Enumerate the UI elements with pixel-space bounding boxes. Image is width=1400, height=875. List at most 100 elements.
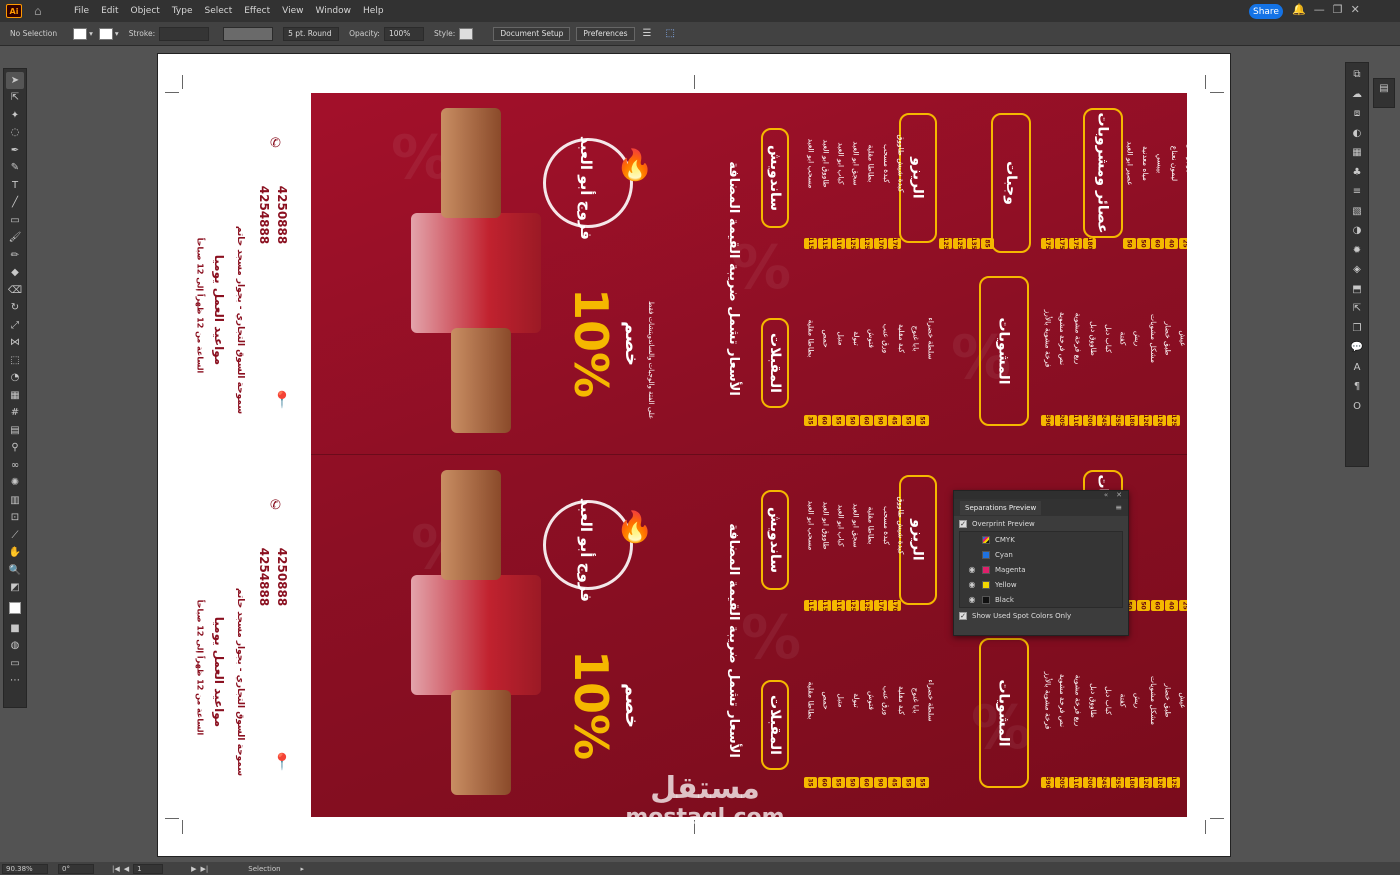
menu-edit[interactable]: Edit xyxy=(95,6,124,16)
arrange-icon[interactable]: ☰ xyxy=(643,28,652,39)
hand-tool-icon[interactable]: ✋ xyxy=(6,545,24,562)
stroke-swatch[interactable] xyxy=(98,27,113,40)
default-colors-icon[interactable]: ◩ xyxy=(6,580,24,597)
menu-window[interactable]: Window xyxy=(310,6,358,16)
layers-icon[interactable]: ⧈ xyxy=(1348,104,1366,124)
symbols-icon[interactable]: ♣ xyxy=(1348,163,1366,183)
swatches-icon[interactable]: ▦ xyxy=(1348,143,1366,163)
panel-menu-icon[interactable]: ≡ xyxy=(1115,503,1122,512)
width-tool-icon[interactable]: ⋈ xyxy=(6,335,24,352)
ink-row[interactable]: ◉ Magenta xyxy=(960,562,1122,577)
eyedropper-icon[interactable]: ⚲ xyxy=(6,440,24,457)
pencil-icon[interactable]: ✏ xyxy=(6,247,24,264)
rectangle-tool-icon[interactable]: ▭ xyxy=(6,212,24,229)
paragraph-icon[interactable]: ¶ xyxy=(1348,377,1366,397)
preferences-button[interactable]: Preferences xyxy=(576,26,635,41)
transparency-icon[interactable]: ◑ xyxy=(1348,221,1366,241)
layers-stack-icon[interactable]: ⬒ xyxy=(1348,280,1366,300)
perspective-grid-icon[interactable]: ▦ xyxy=(6,387,24,404)
selection-tool-icon[interactable]: ➤ xyxy=(6,72,24,89)
fill-stroke-icon[interactable] xyxy=(6,597,24,619)
blob-brush-icon[interactable]: ◆ xyxy=(6,265,24,282)
brush-definition[interactable]: 5 pt. Round xyxy=(283,26,340,41)
menu-view[interactable]: View xyxy=(276,6,309,16)
last-artboard-icon[interactable]: ▶| xyxy=(201,865,209,873)
eye-icon[interactable]: ◉ xyxy=(966,595,978,604)
share-button[interactable]: Share xyxy=(1249,4,1283,19)
slice-tool-icon[interactable]: ⟋ xyxy=(6,527,24,544)
properties-icon[interactable]: ▤ xyxy=(1375,79,1393,99)
magic-wand-icon[interactable]: ✦ xyxy=(6,107,24,124)
home-icon[interactable]: ⌂ xyxy=(34,4,48,18)
gradient-icon[interactable]: ▧ xyxy=(1348,202,1366,222)
eraser-icon[interactable]: ⌫ xyxy=(6,282,24,299)
color-guide-icon[interactable]: ◐ xyxy=(1348,124,1366,144)
document-setup-button[interactable]: Document Setup xyxy=(493,26,571,41)
previous-artboard-icon[interactable]: ◀ xyxy=(124,865,129,873)
appearance-icon[interactable]: ✹ xyxy=(1348,241,1366,261)
close-icon[interactable]: ✕ xyxy=(1116,491,1122,499)
stroke-weight-field[interactable] xyxy=(159,26,210,41)
scale-tool-icon[interactable]: ⤢ xyxy=(6,317,24,334)
ink-row[interactable]: CMYK xyxy=(960,532,1122,547)
zoom-tool-icon[interactable]: 🔍 xyxy=(6,562,24,579)
export-icon[interactable]: ⇱ xyxy=(1348,299,1366,319)
menu-type[interactable]: Type xyxy=(166,6,199,16)
drawing-modes-icon[interactable]: ◍ xyxy=(6,638,24,655)
comments-icon[interactable]: 💬 xyxy=(1348,338,1366,358)
collapse-icon[interactable]: « xyxy=(1104,491,1108,499)
menu-select[interactable]: Select xyxy=(198,6,238,16)
bell-icon[interactable]: 🔔 xyxy=(1292,3,1306,16)
pen-tool-icon[interactable]: ✒ xyxy=(6,142,24,159)
artboards-icon[interactable]: ❐ xyxy=(1348,319,1366,339)
libraries-icon[interactable]: ⧉ xyxy=(1348,65,1366,85)
cc-libraries-icon[interactable]: ☁ xyxy=(1348,85,1366,105)
menu-object[interactable]: Object xyxy=(125,6,166,16)
graphic-styles-icon[interactable]: ◈ xyxy=(1348,260,1366,280)
mesh-tool-icon[interactable]: # xyxy=(6,405,24,422)
stroke-icon[interactable]: ≡ xyxy=(1348,182,1366,202)
spot-colors-checkbox[interactable]: ✓ xyxy=(959,611,967,620)
edit-toolbar-icon[interactable]: ⋯ xyxy=(6,673,24,690)
opacity-field[interactable]: 100% xyxy=(383,26,424,41)
zoom-level-field[interactable]: 90.38% xyxy=(2,863,48,874)
direct-selection-tool-icon[interactable]: ⇱ xyxy=(6,90,24,107)
ink-row[interactable]: ◉ Black xyxy=(960,592,1122,607)
paintbrush-icon[interactable]: 🖌 xyxy=(6,230,24,247)
artboard-tool-icon[interactable]: ⊡ xyxy=(6,510,24,527)
rotate-tool-icon[interactable]: ↻ xyxy=(6,300,24,317)
menu-effect[interactable]: Effect xyxy=(238,6,276,16)
gradient-tool-icon[interactable]: ▤ xyxy=(6,422,24,439)
symbol-sprayer-icon[interactable]: ✺ xyxy=(6,475,24,492)
shape-builder-icon[interactable]: ◔ xyxy=(6,370,24,387)
minimize-icon[interactable]: — xyxy=(1314,3,1325,16)
color-mode-icon[interactable]: ■ xyxy=(6,620,24,637)
column-graph-icon[interactable]: ▥ xyxy=(6,492,24,509)
fill-swatch[interactable] xyxy=(73,27,88,40)
menu-file[interactable]: File xyxy=(68,6,95,16)
menu-help[interactable]: Help xyxy=(357,6,390,16)
eye-icon[interactable]: ◉ xyxy=(966,580,978,589)
opentype-icon[interactable]: O xyxy=(1348,397,1366,417)
close-icon[interactable]: ✕ xyxy=(1351,3,1360,16)
eye-icon[interactable]: ◉ xyxy=(966,565,978,574)
blend-tool-icon[interactable]: ∞ xyxy=(6,457,24,474)
variable-width-profile[interactable] xyxy=(223,26,274,41)
chevron-down-icon[interactable]: ▾ xyxy=(89,29,93,38)
transform-icon[interactable]: ⬚ xyxy=(666,28,675,39)
chevron-down-icon[interactable]: ▾ xyxy=(115,29,119,38)
lasso-icon[interactable]: ◌ xyxy=(6,125,24,142)
rotation-field[interactable]: 0° xyxy=(58,863,94,874)
maximize-icon[interactable]: ❐ xyxy=(1333,3,1343,16)
status-menu-icon[interactable]: ▸ xyxy=(301,865,305,873)
tab-separations-preview[interactable]: Separations Preview xyxy=(960,500,1042,515)
type-tool-icon[interactable]: T xyxy=(6,177,24,194)
line-tool-icon[interactable]: ╱ xyxy=(6,195,24,212)
curvature-tool-icon[interactable]: ✎ xyxy=(6,160,24,177)
free-transform-icon[interactable]: ⬚ xyxy=(6,352,24,369)
ink-row[interactable]: Cyan xyxy=(960,547,1122,562)
screen-mode-icon[interactable]: ▭ xyxy=(6,655,24,672)
first-artboard-icon[interactable]: |◀ xyxy=(112,865,120,873)
next-artboard-icon[interactable]: ▶ xyxy=(191,865,196,873)
graphic-style-swatch[interactable] xyxy=(459,27,474,40)
